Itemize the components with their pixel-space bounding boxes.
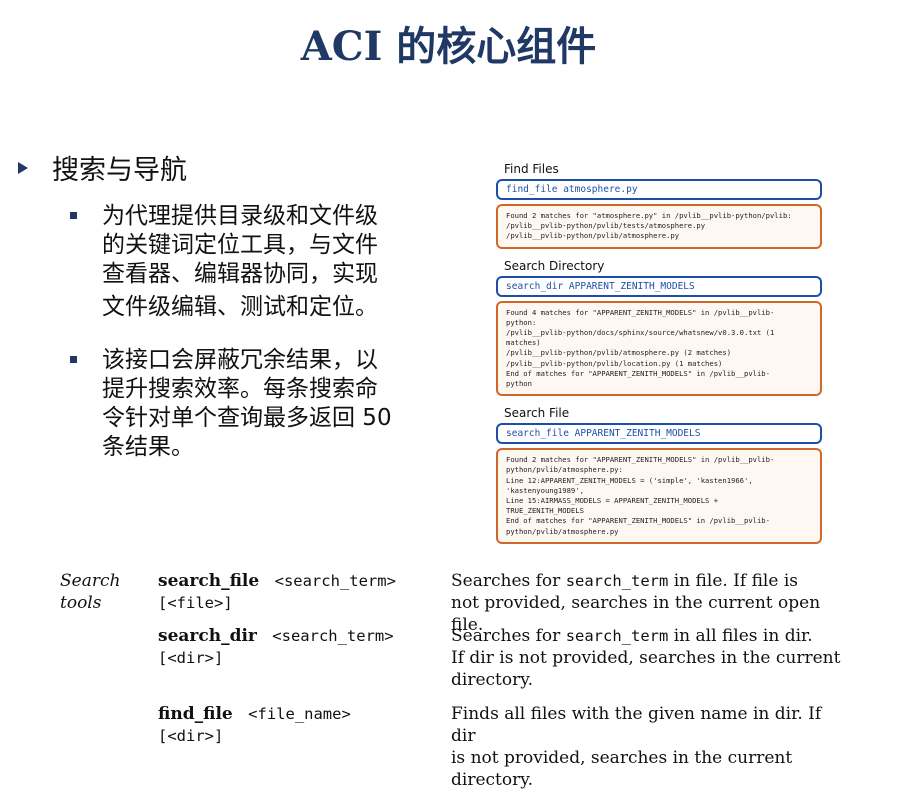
bullet-point-2: 该接口会屏蔽冗余结果，以 提升搜索效率。每条搜索命 令针对单个查询最多返回 50…	[102, 346, 432, 462]
output-box: Found 2 matches for "APPARENT_ZENITH_MOD…	[496, 448, 822, 544]
bullet-point-1: 为代理提供目录级和文件级 的关键词定位工具，与文件 查看器、编辑器协同，实现 文…	[102, 202, 432, 322]
command-box: search_file APPARENT_ZENITH_MODELS	[496, 423, 822, 445]
bullet-line: 为代理提供目录级和文件级	[102, 203, 378, 229]
output-line: End of matches for "APPARENT_ZENITH_MODE…	[506, 516, 770, 526]
output-line: TRUE_ZENITH_MODELS	[506, 506, 584, 516]
table-row-description: Finds all files with the given name in d…	[451, 703, 843, 791]
output-line: /pvlib__pvlib-python/pvlib/location.py (…	[506, 358, 723, 368]
command-box: find_file atmosphere.py	[496, 179, 822, 200]
triangle-bullet-icon	[18, 162, 28, 174]
command-name: search_dir	[158, 626, 257, 646]
bullet-line: 条结果。	[102, 434, 194, 460]
command-name: search_file	[158, 571, 260, 591]
table-row-command: find_file <file_name> [<dir>]	[158, 703, 443, 747]
desc-code: search_term	[565, 627, 669, 645]
output-line: /pvlib__pvlib-python/pvlib/atmosphere.py…	[506, 348, 732, 358]
output-line: Found 2 matches for "atmosphere.py" in /…	[506, 211, 792, 220]
bullet-line: 的关键词定位工具，与文件	[102, 232, 378, 258]
output-line: /pvlib__pvlib-python/pvlib/tests/atmosph…	[506, 221, 706, 231]
desc-text: Searches for	[451, 571, 566, 591]
desc-text: in all files in dir.	[668, 626, 813, 646]
slide-title: ACI 的核心组件	[300, 23, 597, 70]
section-title: Search Directory	[504, 258, 605, 273]
desc-text: Searches for	[451, 626, 566, 646]
output-line: python/pvlib/atmosphere.py:	[506, 465, 623, 475]
output-box: Found 4 matches for "APPARENT_ZENITH_MOD…	[496, 300, 822, 397]
desc-code: search_term	[565, 572, 669, 590]
category-line: Search	[60, 571, 121, 591]
square-bullet-icon	[70, 212, 77, 219]
command-arg: [<file>]	[158, 594, 233, 612]
bullet-line: 查看器、编辑器协同，实现	[102, 261, 378, 287]
command-arg: [<dir>]	[158, 727, 224, 745]
bullet-line: 文件级编辑、测试和定位。	[102, 294, 378, 320]
category-label: Search tools	[60, 570, 120, 614]
output-line: Found 4 matches for "APPARENT_ZENITH_MOD…	[506, 307, 775, 317]
bullet-line: 提升搜索效率。每条搜索命	[102, 376, 378, 402]
section-heading: 搜索与导航	[52, 155, 187, 186]
command-name: find_file	[158, 704, 233, 724]
output-line: python:	[506, 317, 537, 327]
search-directory-section: Search Directory search_dir APPARENT_ZEN…	[496, 259, 822, 397]
square-bullet-icon	[70, 356, 77, 363]
category-line: tools	[60, 593, 102, 613]
command-arg: [<dir>]	[158, 649, 224, 667]
command-examples-panel: Find Files find_file atmosphere.py Found…	[496, 162, 822, 554]
output-line: python	[506, 379, 532, 389]
output-line: matches)	[506, 338, 541, 348]
output-line: python/pvlib/atmosphere.py	[506, 526, 619, 536]
output-box: Found 2 matches for "atmosphere.py" in /…	[496, 204, 822, 249]
output-line: 'kastenyoung1989',	[506, 485, 584, 495]
command-arg: <file_name>	[248, 705, 351, 723]
output-line: Line 12:APPARENT_ZENITH_MODELS = ('simpl…	[506, 475, 753, 485]
desc-text: Finds all files with the given name in d…	[451, 704, 822, 746]
output-line: Line 15:AIRMASS_MODELS = APPARENT_ZENITH…	[506, 496, 719, 506]
output-line: Found 2 matches for "APPARENT_ZENITH_MOD…	[506, 455, 775, 465]
table-row-description: Searches for search_term in all files in…	[451, 625, 843, 691]
table-row-command: search_file <search_term> [<file>]	[158, 570, 443, 614]
output-line: /pvlib__pvlib-python/docs/sphinx/source/…	[506, 328, 775, 338]
command-arg: <search_term>	[272, 627, 394, 645]
table-row-command: search_dir <search_term> [<dir>]	[158, 625, 443, 669]
output-line: End of matches for "APPARENT_ZENITH_MODE…	[506, 368, 770, 378]
bullet-line: 该接口会屏蔽冗余结果，以	[102, 347, 378, 373]
command-arg: <search_term>	[274, 572, 396, 590]
desc-text: in file. If file is	[668, 571, 798, 591]
desc-line: If dir is not provided, searches in the …	[451, 648, 841, 668]
search-file-section: Search File search_file APPARENT_ZENITH_…	[496, 406, 822, 544]
desc-line: directory.	[451, 670, 533, 690]
find-files-section: Find Files find_file atmosphere.py Found…	[496, 162, 822, 249]
command-box: search_dir APPARENT_ZENITH_MODELS	[496, 275, 822, 297]
bullet-line: 令针对单个查询最多返回 50	[102, 405, 392, 431]
output-line: /pvlib__pvlib-python/pvlib/atmosphere.py	[506, 231, 680, 241]
section-title: Search File	[504, 406, 570, 421]
section-title: Find Files	[504, 162, 559, 176]
